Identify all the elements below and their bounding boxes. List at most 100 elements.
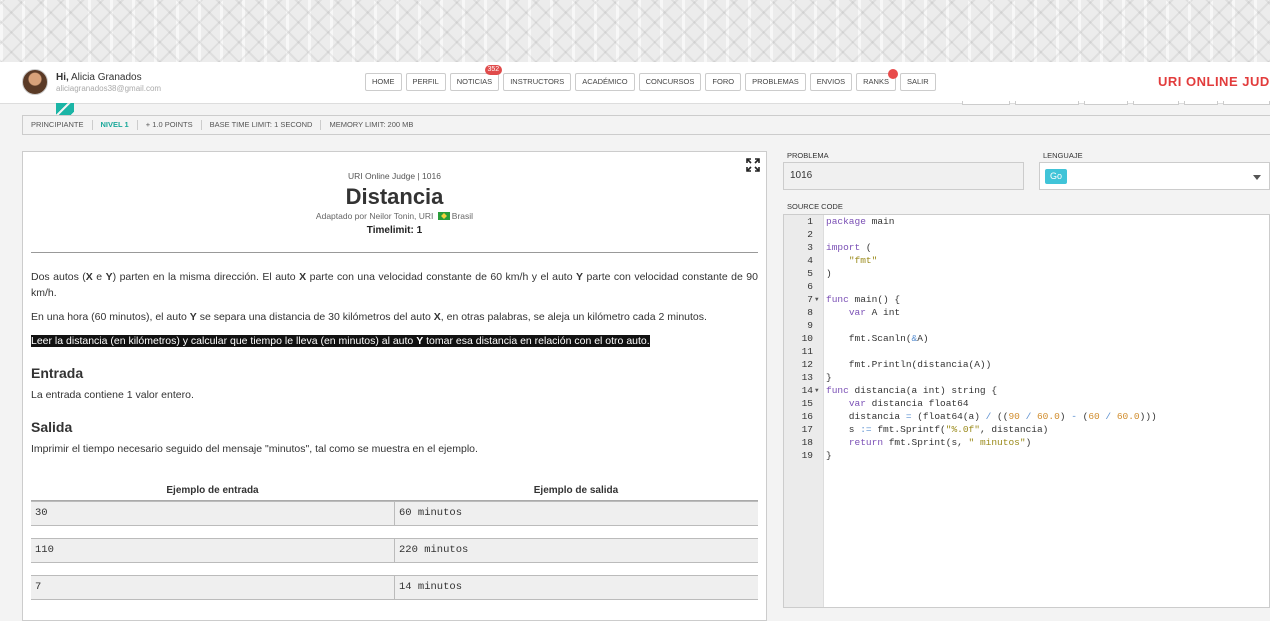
line-number: 17 [801, 424, 813, 435]
output-description: Imprimir el tiempo necesario seguido del… [31, 443, 478, 455]
car-variable: Y [576, 271, 584, 283]
car-variable: X [299, 271, 307, 283]
line-number: 10 [801, 333, 813, 344]
hidden-toolbar-button[interactable] [1084, 101, 1128, 105]
input-description: La entrada contiene 1 valor entero. [31, 389, 194, 401]
sample-input-header: Ejemplo de entrada [166, 485, 259, 496]
nav-envios[interactable]: ENVIOS [809, 73, 853, 91]
code-text: fmt.Println(distancia(A)) [826, 359, 992, 370]
line-number: 11 [801, 346, 813, 357]
fold-arrow-icon[interactable]: ▼ [815, 293, 819, 306]
brand-logo-text[interactable]: URI ONLINE JUDG [1158, 74, 1270, 89]
description-paragraph-2: En una hora (60 minutos), el auto Y se s… [31, 311, 707, 323]
main-nav: HOME PERFIL NOTICIAS 352 INSTRUCTORS ACAD… [365, 65, 936, 91]
code-line: 1 package main [784, 215, 1269, 228]
logo-fragment [56, 103, 74, 115]
problem-header: URI Online Judge | 1016 Distancia Adapta… [23, 171, 766, 236]
code-line: 19} [784, 449, 1269, 462]
brazil-flag-icon [437, 212, 450, 220]
nav-concursos[interactable]: CONCURSOS [638, 73, 702, 91]
nav-instructors[interactable]: INSTRUCTORS [503, 73, 572, 91]
line-number: 15 [801, 398, 813, 409]
code-text: "fmt" [848, 255, 878, 266]
nav-ranks-label: RANKS [863, 77, 889, 86]
problem-statement-panel: URI Online Judge | 1016 Distancia Adapta… [22, 151, 767, 621]
nav-ranks[interactable]: RANKS [856, 69, 898, 91]
line-number: 19 [801, 450, 813, 461]
fold-arrow-icon[interactable]: ▼ [815, 384, 819, 397]
problem-author: Adaptado por Neilor Tonin, URI Brasil [23, 211, 766, 221]
user-avatar[interactable] [22, 69, 48, 95]
car-variable: X [85, 271, 93, 283]
code-line: 10 fmt.Scanln(&A) [784, 332, 1269, 345]
code-text: func distancia(a int) string { [826, 385, 998, 396]
code-line: 16 distancia = (float64(a) / ((90 / 60.0… [784, 410, 1269, 423]
code-line: 12 fmt.Println(distancia(A)) [784, 358, 1269, 371]
author-country: Brasil [451, 211, 474, 221]
line-number: 3 [807, 242, 813, 253]
input-heading: Entrada [31, 365, 84, 381]
problem-body: Dos autos (X e Y) parten en la misma dir… [23, 269, 766, 457]
nav-home[interactable]: HOME [365, 73, 402, 91]
top-navbar: Hi, Alicia Granados aliciagranados38@gma… [0, 62, 1270, 104]
output-heading: Salida [31, 419, 73, 435]
code-line: 17 s := fmt.Sprintf("%.0f", distancia) [784, 423, 1269, 436]
header-banner [0, 0, 1270, 62]
sample-input: 7 [35, 581, 42, 593]
code-text: package main [826, 216, 895, 227]
nav-problemas[interactable]: PROBLEMAS [745, 73, 806, 91]
author-text: Adaptado por Neilor Tonin, URI [315, 211, 434, 221]
hidden-toolbar-button[interactable] [1133, 101, 1179, 105]
nav-salir[interactable]: SALIR [899, 73, 936, 91]
code-line: 11 [784, 345, 1269, 358]
nav-academico[interactable]: ACADÉMICO [575, 73, 635, 91]
fullscreen-icon[interactable] [746, 158, 760, 172]
code-text: var distancia float64 [848, 398, 969, 409]
line-number: 18 [801, 437, 813, 448]
code-line: 18 return fmt.Sprint(s, " minutos") [784, 436, 1269, 449]
code-line: 6 [784, 280, 1269, 293]
problem-number-field[interactable]: 1016 [783, 162, 1024, 190]
dropdown-caret-icon [1253, 175, 1261, 180]
noticias-count-badge: 352 [484, 65, 503, 75]
nav-academico-label: ACADÉMICO [582, 77, 628, 86]
category-label[interactable]: PRINCIPIANTE [23, 120, 93, 130]
judge-line: URI Online Judge | 1016 [348, 171, 441, 181]
memory-limit-label: MEMORY LIMIT: 200 MB [329, 120, 414, 129]
line-number: 12 [801, 359, 813, 370]
hidden-toolbar-button[interactable] [962, 101, 1010, 105]
hidden-toolbar-button[interactable] [1184, 101, 1218, 105]
code-editor[interactable]: 1 package main 2 3 import (4 "fmt" 5) 6 7 ▼ func … [783, 214, 1270, 608]
nav-perfil[interactable]: PERFIL [405, 73, 446, 91]
nav-foro-label: FORO [712, 77, 735, 86]
hidden-toolbar-button[interactable] [1015, 101, 1079, 105]
car-variable: X [433, 311, 441, 323]
line-number: 4 [807, 255, 813, 266]
hidden-toolbar-button[interactable] [1223, 101, 1270, 105]
line-number: 16 [801, 411, 813, 422]
source-code-label: SOURCE CODE [787, 202, 843, 211]
nav-noticias-label: NOTICIAS [456, 77, 493, 86]
language-field-label: LENGUAJE [1043, 151, 1083, 160]
line-number: 7 [807, 294, 813, 305]
code-line: 5) [784, 267, 1269, 280]
nav-noticias[interactable]: NOTICIAS 352 [449, 65, 503, 91]
nav-concursos-label: CONCURSOS [645, 77, 695, 86]
nav-perfil-label: PERFIL [412, 77, 439, 86]
level-label: NIVEL 1 [93, 120, 138, 130]
sample-row: 7 14 minutos [31, 575, 758, 600]
greeting-prefix: Hi, [56, 72, 69, 83]
nav-problemas-label: PROBLEMAS [752, 77, 799, 86]
sample-input: 110 [35, 544, 54, 556]
code-line: 4 "fmt" [784, 254, 1269, 267]
code-line: 14 ▼ func distancia(a int) string { [784, 384, 1269, 397]
line-number: 1 [807, 216, 813, 227]
nav-foro[interactable]: FORO [705, 73, 742, 91]
language-select[interactable]: Go [1039, 162, 1270, 190]
problem-timelimit: Timelimit: 1 [366, 225, 423, 236]
nav-home-label: HOME [372, 77, 395, 86]
user-greeting: Hi, Alicia Granados [56, 72, 142, 83]
code-line: 3 import ( [784, 241, 1269, 254]
code-text: distancia = (float64(a) / ((90 / 60.0) -… [826, 411, 1157, 422]
line-number: 5 [807, 268, 813, 279]
